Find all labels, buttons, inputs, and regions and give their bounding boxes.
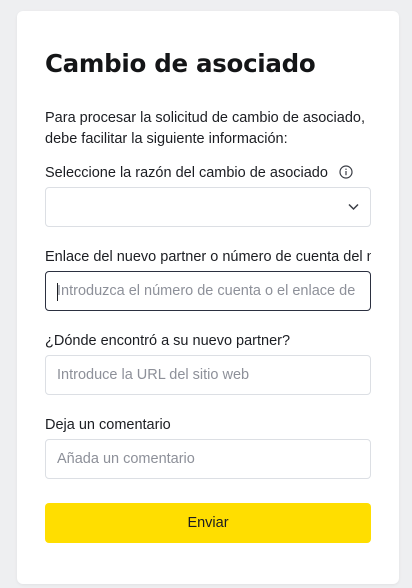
comment-input[interactable] xyxy=(46,440,370,478)
comment-field xyxy=(45,439,371,479)
submit-button[interactable]: Enviar xyxy=(45,503,371,543)
intro-text: Para procesar la solicitud de cambio de … xyxy=(45,110,365,147)
reason-label: Seleccione la razón del cambio de asocia… xyxy=(45,165,328,181)
where-found-field xyxy=(45,355,371,395)
comment-label: Deja un comentario xyxy=(45,417,171,433)
page-title: Cambio de asociado xyxy=(45,49,316,78)
chevron-down-icon xyxy=(348,203,359,211)
new-partner-label: Enlace del nuevo partner o número de cue… xyxy=(45,249,371,265)
new-partner-input[interactable] xyxy=(46,272,370,310)
reason-select[interactable] xyxy=(45,187,371,227)
website-url-input[interactable] xyxy=(46,356,370,394)
change-partner-card: Cambio de asociado Para procesar la soli… xyxy=(17,11,399,584)
info-icon[interactable] xyxy=(339,165,353,179)
new-partner-field xyxy=(45,271,371,311)
text-caret xyxy=(57,283,58,301)
where-found-label: ¿Dónde encontró a su nuevo partner? xyxy=(45,333,291,349)
